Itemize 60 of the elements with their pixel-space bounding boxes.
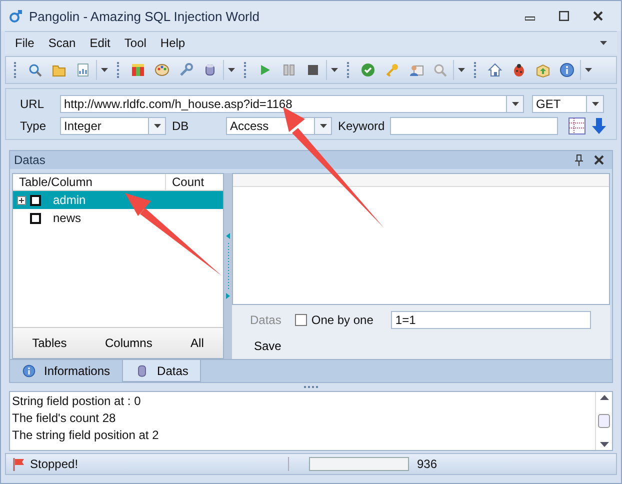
db-label: DB	[172, 119, 190, 133]
status-count: 936	[417, 457, 438, 471]
save-button[interactable]: Save	[250, 337, 286, 355]
menu-caret-icon[interactable]	[600, 41, 607, 45]
url-label: URL	[20, 97, 46, 111]
tree-label: news	[53, 211, 82, 225]
list-icon[interactable]	[568, 117, 586, 135]
column-header[interactable]: Table/Column	[13, 174, 166, 190]
caret-icon[interactable]	[584, 68, 592, 72]
status-text: Stopped!	[30, 457, 78, 471]
scroll-thumb-icon[interactable]	[598, 414, 610, 428]
app-icon	[9, 9, 23, 23]
pin-icon[interactable]	[574, 154, 584, 166]
scroll-up-icon[interactable]	[600, 395, 608, 400]
checkbox[interactable]	[30, 194, 41, 206]
caret-icon[interactable]	[100, 68, 108, 72]
url-field[interactable]: http://www.rldfc.com/h_house.asp?id=1168	[60, 95, 524, 113]
window-title: Pangolin - Amazing SQL Injection World	[29, 8, 261, 24]
menu-item[interactable]: Help	[160, 36, 186, 50]
tree-button[interactable]: All	[186, 334, 208, 352]
panel-tab[interactable]: Datas	[122, 360, 202, 382]
type-dropdown[interactable]: Integer	[60, 117, 166, 135]
splitter-handle-icon[interactable]	[226, 231, 230, 301]
log-line: The field's count 28	[12, 411, 117, 425]
down-arrow-icon[interactable]	[592, 118, 606, 134]
checkbox[interactable]	[295, 314, 308, 326]
caret-icon[interactable]	[592, 102, 598, 106]
keyword-field[interactable]	[390, 117, 558, 135]
log-line: String field postion at : 0	[12, 394, 142, 408]
menu-item[interactable]: Edit	[90, 36, 110, 50]
flag-icon	[12, 457, 26, 471]
panel-tab[interactable]: Informations	[10, 360, 122, 382]
panel-title: Datas	[14, 153, 46, 167]
method-dropdown[interactable]: GET	[532, 95, 604, 113]
maximize-icon[interactable]	[559, 11, 569, 21]
menu-item[interactable]: File	[15, 36, 34, 50]
scroll-down-icon[interactable]	[600, 442, 608, 447]
tree-label: admin	[53, 193, 86, 207]
menu-item[interactable]: Scan	[48, 36, 76, 50]
column-header[interactable]: Count	[166, 174, 210, 190]
datas-label: Datas	[250, 313, 282, 327]
tree-button[interactable]: Tables	[28, 334, 71, 352]
caret-icon[interactable]	[512, 102, 518, 106]
caret-icon[interactable]	[330, 68, 338, 72]
condition-field[interactable]: 1=1	[391, 311, 592, 329]
close-icon[interactable]	[593, 11, 603, 21]
tree-row[interactable]: news	[13, 209, 223, 227]
type-label: Type	[20, 119, 48, 133]
checkbox[interactable]	[30, 212, 41, 224]
expand-icon[interactable]	[17, 196, 26, 204]
menu-item[interactable]: Tool	[124, 36, 146, 50]
info-icon	[22, 364, 36, 378]
caret-icon[interactable]	[458, 68, 464, 72]
caret-icon[interactable]	[228, 68, 234, 72]
log-line: The string field position at 2	[12, 428, 160, 442]
keyword-label: Keyword	[338, 119, 384, 133]
close-icon[interactable]	[594, 155, 604, 165]
tree-button[interactable]: Columns	[100, 334, 156, 352]
checkbox-label[interactable]: One by one	[311, 313, 374, 327]
caret-icon[interactable]	[154, 124, 160, 128]
